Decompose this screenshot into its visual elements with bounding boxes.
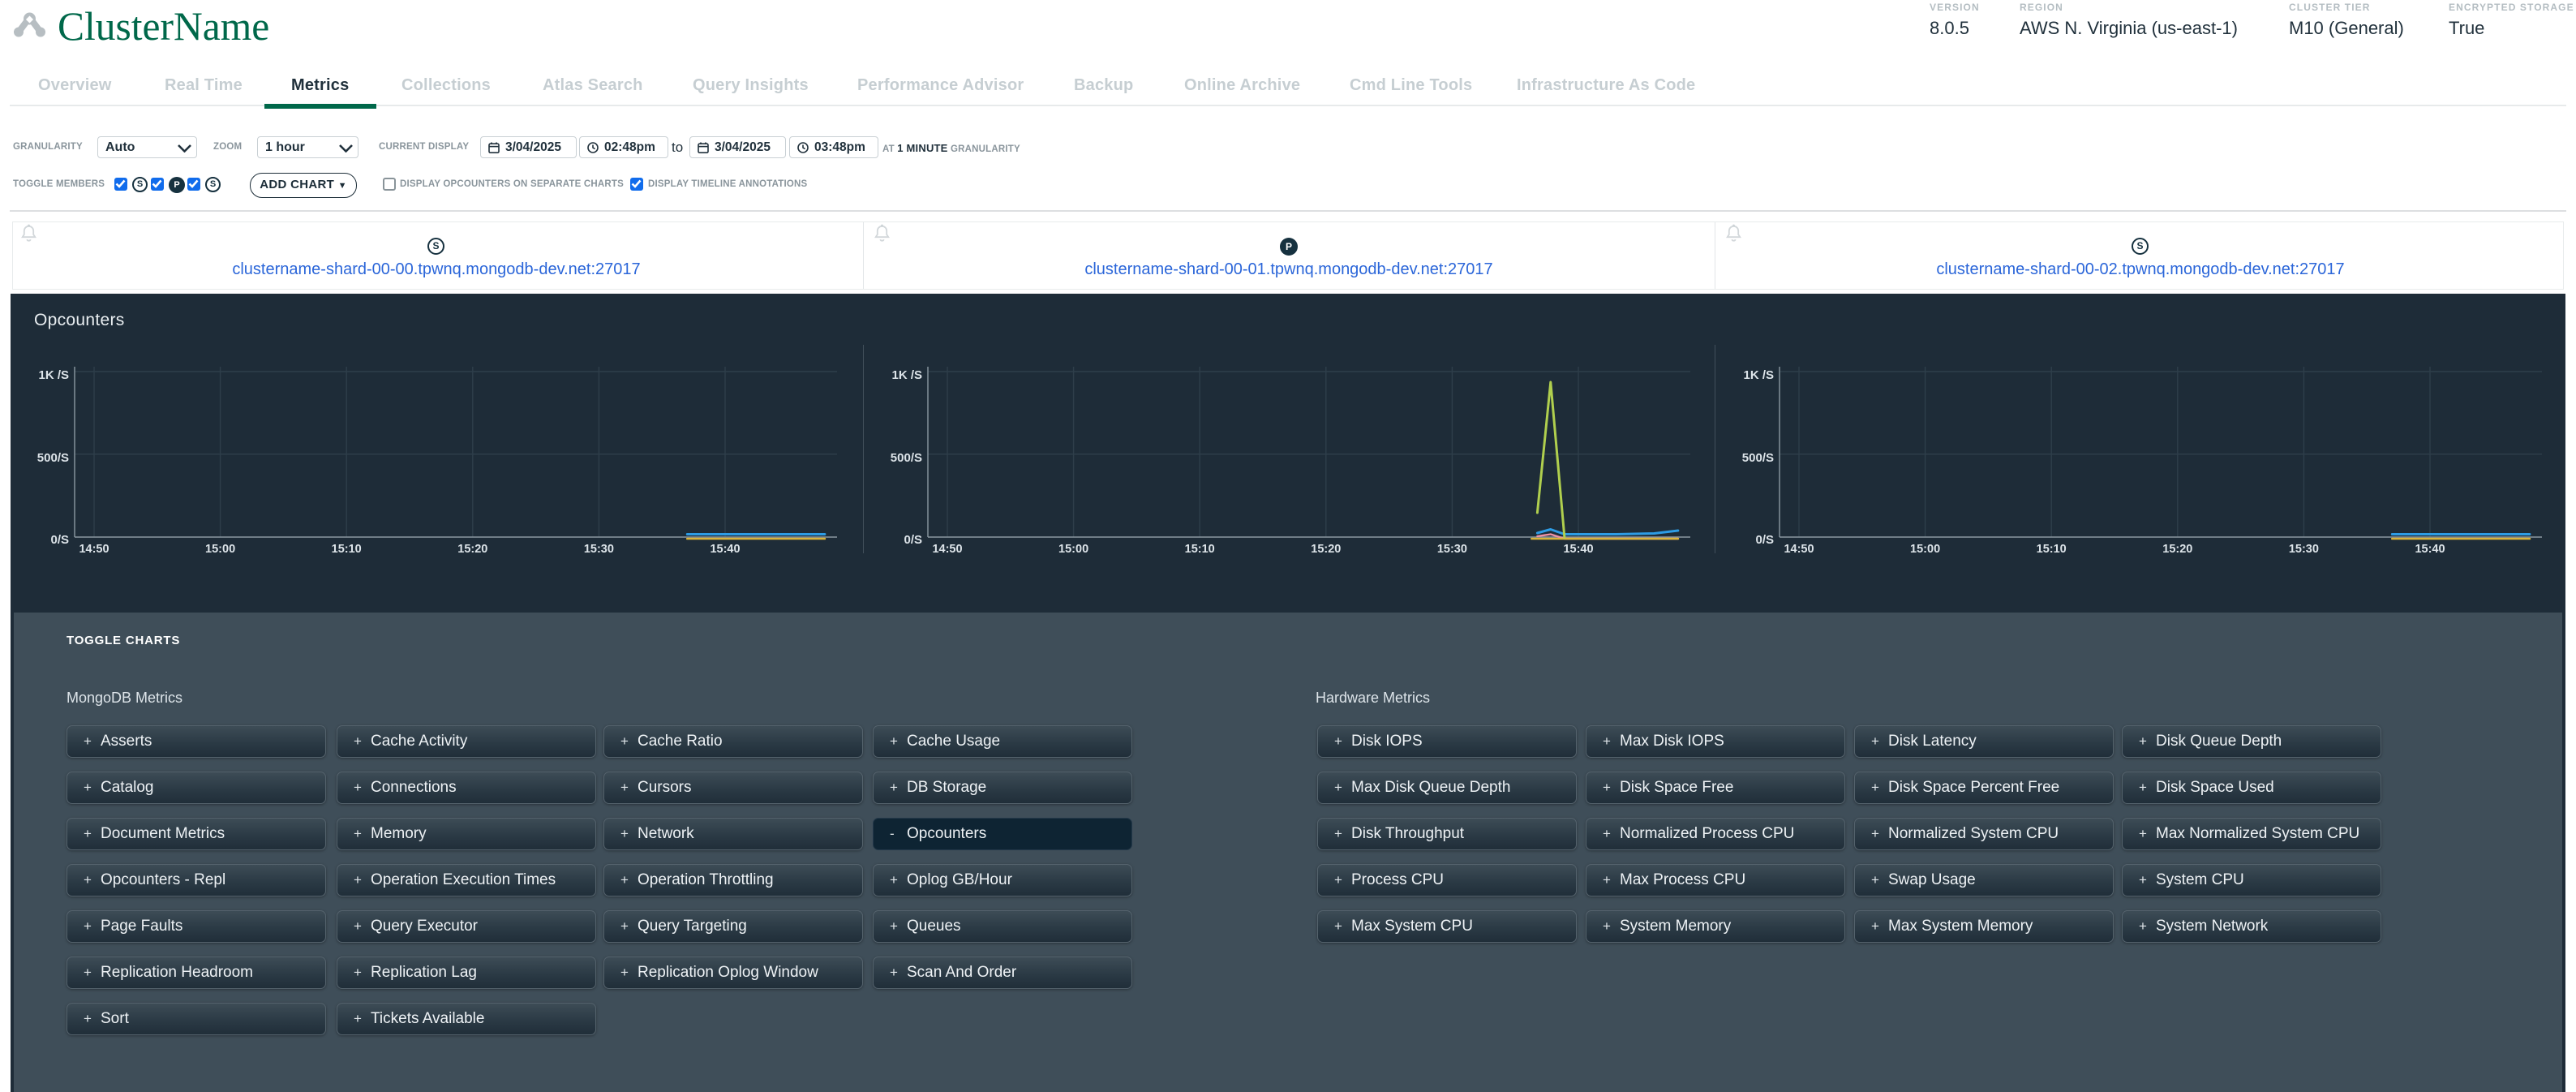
svg-text:14:50: 14:50 — [932, 543, 962, 556]
svg-text:15:00: 15:00 — [1910, 543, 1940, 556]
svg-text:15:30: 15:30 — [2289, 543, 2319, 556]
svg-text:15:00: 15:00 — [1058, 543, 1088, 556]
svg-text:15:00: 15:00 — [205, 543, 235, 556]
svg-text:500/S: 500/S — [1742, 451, 1774, 465]
svg-text:0/S: 0/S — [50, 533, 69, 547]
svg-text:15:20: 15:20 — [1311, 543, 1341, 556]
svg-text:500/S: 500/S — [891, 451, 922, 465]
svg-text:1K /S: 1K /S — [38, 368, 69, 382]
svg-text:14:50: 14:50 — [1784, 543, 1814, 556]
svg-text:0/S: 0/S — [904, 533, 922, 547]
svg-text:15:40: 15:40 — [710, 543, 740, 556]
svg-text:15:10: 15:10 — [2037, 543, 2067, 556]
svg-text:14:50: 14:50 — [79, 543, 109, 556]
svg-text:15:40: 15:40 — [2415, 543, 2445, 556]
svg-text:15:10: 15:10 — [332, 543, 362, 556]
svg-text:15:20: 15:20 — [2162, 543, 2192, 556]
svg-text:0/S: 0/S — [1755, 533, 1774, 547]
svg-text:15:30: 15:30 — [1437, 543, 1467, 556]
svg-text:1K /S: 1K /S — [1743, 368, 1774, 382]
svg-text:15:30: 15:30 — [584, 543, 614, 556]
svg-text:15:40: 15:40 — [1563, 543, 1593, 556]
svg-text:15:10: 15:10 — [1185, 543, 1215, 556]
svg-text:500/S: 500/S — [37, 451, 69, 465]
svg-text:15:20: 15:20 — [457, 543, 487, 556]
svg-text:1K /S: 1K /S — [891, 368, 922, 382]
